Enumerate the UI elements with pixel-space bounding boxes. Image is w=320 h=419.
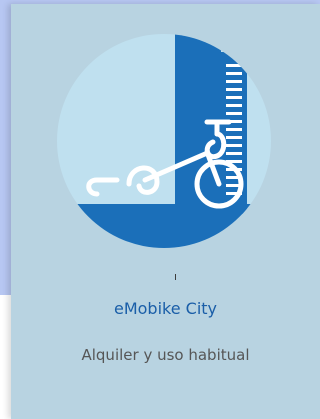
- product-card[interactable]: eMobike City Alquiler y uso habitual: [11, 4, 320, 419]
- bike-city-emblem-icon[interactable]: [57, 34, 271, 248]
- product-subtitle: Alquiler y uso habitual: [81, 346, 250, 364]
- divider-tick: [175, 274, 176, 280]
- product-title[interactable]: eMobike City: [11, 299, 320, 319]
- product-tile-screen: eMobike City Alquiler y uso habitual: [0, 0, 320, 419]
